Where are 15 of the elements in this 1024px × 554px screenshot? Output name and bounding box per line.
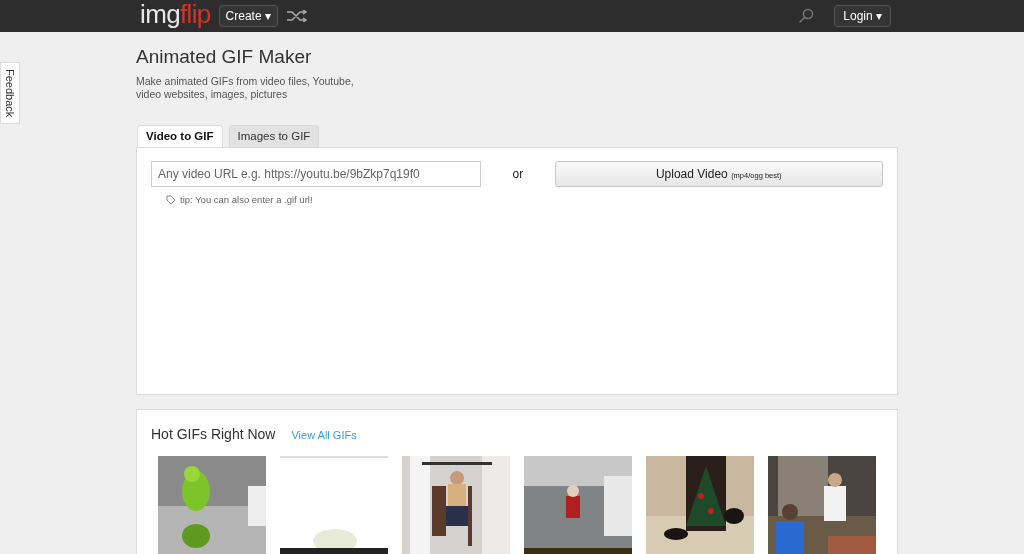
logo[interactable]: imgflip [140,1,211,31]
shuffle-icon[interactable] [285,10,308,22]
page-subtitle: Make animated GIFs from video files, Youtube, video websites, images, pictures [136,75,355,101]
tip-text: tip: You can also enter a .gif url! [180,193,313,207]
page-title: Animated GIF Maker [136,45,313,69]
url-field[interactable]: Any video URL e.g. https://youtu.be/9bZkp7q19f0 [151,161,481,187]
tag-icon [166,195,176,206]
login-button[interactable]: Login ▾ [834,5,891,27]
create-button[interactable]: Create ▾ [218,5,278,27]
tab[interactable]: Images to GIF [228,125,320,147]
section-title: Hot GIFs Right Now [151,425,276,444]
search-icon[interactable] [798,8,815,24]
or-label: or [512,166,523,183]
tab[interactable]: Video to GIF [137,125,223,147]
feedback-tab[interactable]: Feedback [0,62,20,124]
